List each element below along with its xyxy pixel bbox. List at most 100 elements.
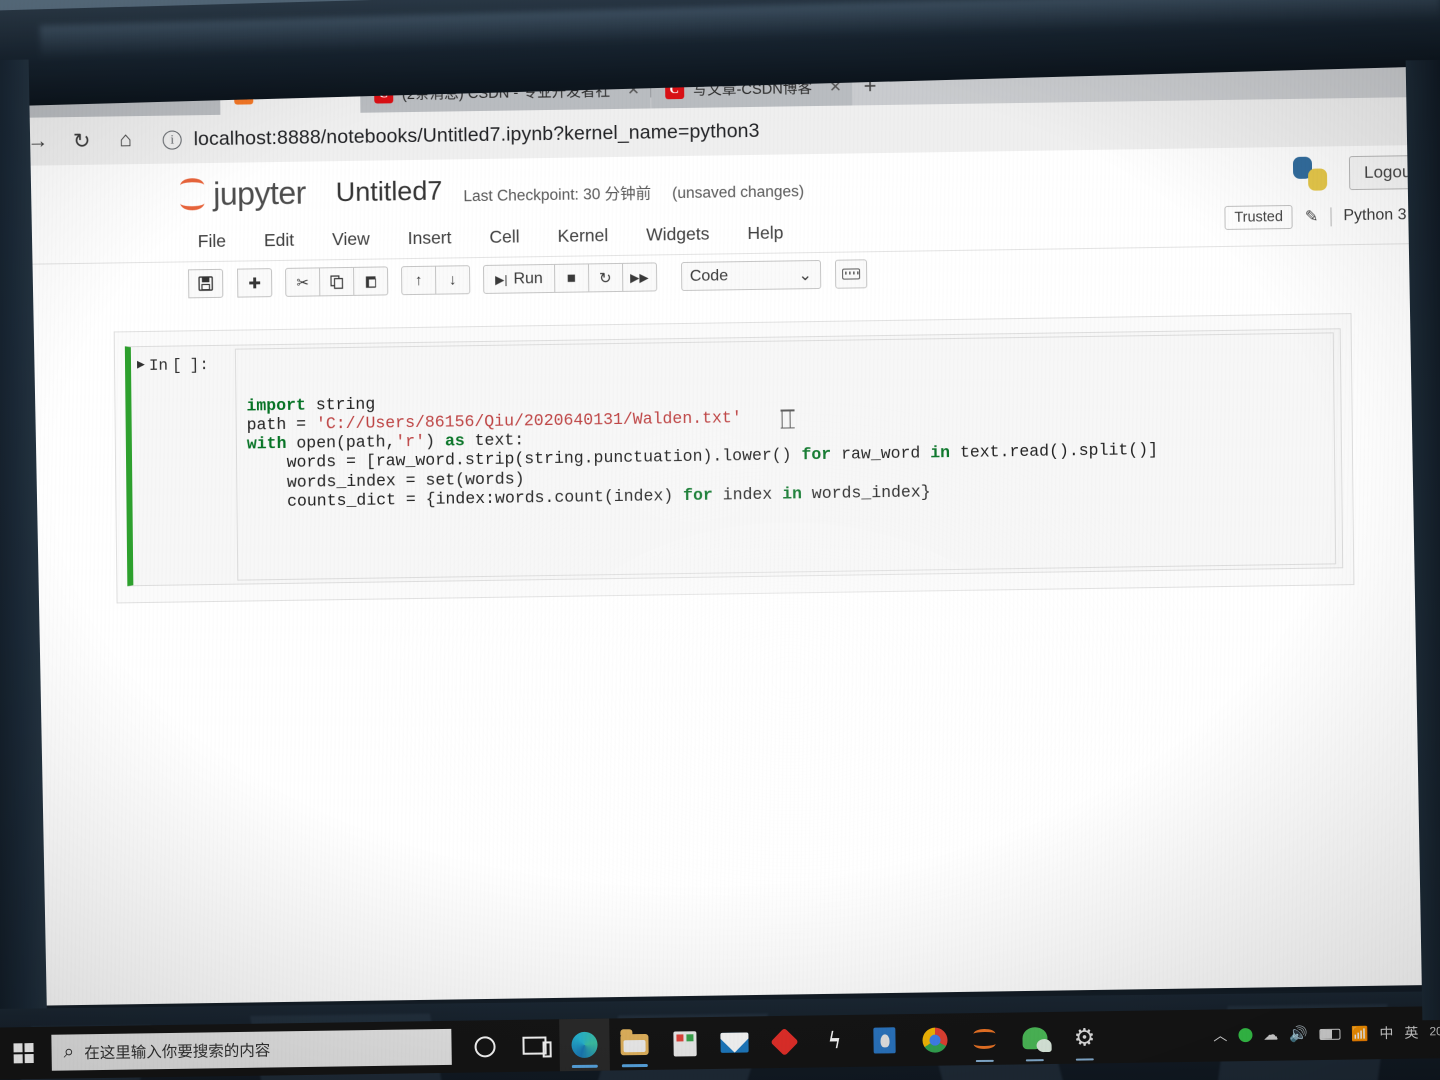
notebook-body: ▶ In [ ]: import string path = 'C://Users… — [10, 287, 1440, 929]
lightning-app-icon[interactable]: ϟ — [809, 1015, 860, 1068]
windows-logo-icon — [13, 1043, 34, 1064]
diamond-app-icon[interactable] — [759, 1016, 810, 1069]
menu-item-file[interactable]: File — [196, 229, 228, 254]
code-text: import string path = 'C://Users/86156/Qiu… — [246, 380, 1324, 512]
menu-item-widgets[interactable]: Widgets — [644, 222, 711, 248]
menu-item-insert[interactable]: Insert — [406, 225, 454, 251]
ime-english-icon[interactable]: 英 — [1404, 1023, 1418, 1043]
wifi-icon[interactable]: 📶 — [1351, 1025, 1369, 1042]
tray-chevron-up-icon[interactable]: ︿ — [1213, 1025, 1227, 1045]
code-token: for — [801, 445, 832, 465]
reload-icon[interactable]: ↻ — [67, 128, 97, 153]
code-token: ) — [424, 431, 446, 452]
prompt-bracket-open: [ — [171, 356, 182, 375]
chevron-down-icon: ⌄ — [798, 266, 812, 284]
code-token: in — [782, 484, 803, 504]
trusted-badge[interactable]: Trusted — [1224, 204, 1294, 230]
notebook-cell-container: ▶ In [ ]: import string path = 'C://Users… — [113, 313, 1355, 604]
cell-type-value: Code — [689, 266, 729, 285]
restart-and-run-all-button[interactable]: ▶▶ — [621, 262, 658, 292]
last-checkpoint-label: Last Checkpoint: 30 分钟前 — [463, 185, 652, 206]
mail-icon[interactable] — [709, 1016, 760, 1069]
code-token: open(path, — [286, 432, 396, 454]
site-info-icon[interactable]: i — [162, 129, 182, 150]
volume-icon[interactable]: 🔊 — [1289, 1025, 1308, 1043]
text-cursor-icon — [781, 409, 791, 429]
code-token: path — [246, 414, 297, 435]
prompt-label: In — [148, 356, 169, 375]
cortana-icon[interactable] — [459, 1020, 510, 1073]
save-button[interactable] — [188, 268, 224, 299]
menu-item-kernel[interactable]: Kernel — [555, 223, 610, 249]
keyboard-icon — [841, 268, 860, 280]
run-cell-button[interactable]: ▶| Run — [483, 263, 556, 294]
chrome-icon[interactable] — [909, 1013, 960, 1066]
notebook-meta-controls: Trusted ✎ Python 3 — [1224, 203, 1434, 230]
ime-chinese-icon[interactable]: 中 — [1379, 1023, 1393, 1043]
file-explorer-icon[interactable] — [609, 1018, 660, 1071]
blue-app-icon[interactable] — [859, 1014, 910, 1067]
code-token: in — [930, 443, 951, 463]
start-button[interactable] — [0, 1027, 52, 1080]
microsoft-store-icon[interactable] — [659, 1017, 710, 1070]
paste-cell-button[interactable] — [353, 266, 389, 296]
edge-icon[interactable] — [559, 1018, 610, 1072]
laptop-screen: e ✕ Untitled7 ✕ C (2条消息) CSDN - 专业开发者社 ✕… — [8, 54, 1440, 1006]
menu-item-help[interactable]: Help — [745, 220, 785, 246]
jupyter-logo[interactable]: jupyter — [177, 174, 306, 213]
code-token: for — [682, 485, 713, 506]
jupyter-brand-text: jupyter — [213, 174, 306, 212]
taskbar-search-box[interactable]: ⌕ 在这里输入你要搜索的内容 — [51, 1028, 452, 1071]
menu-item-view[interactable]: View — [330, 227, 372, 253]
code-token: raw_word — [831, 443, 931, 465]
code-token: string — [305, 394, 376, 415]
wechat-icon[interactable] — [1009, 1012, 1060, 1065]
green-dot-icon[interactable] — [1238, 1027, 1253, 1043]
battery-icon[interactable] — [1318, 1028, 1341, 1040]
cloud-icon[interactable]: ☁ — [1263, 1026, 1278, 1044]
unsaved-changes-label: (unsaved changes) — [672, 183, 805, 203]
system-tray: ︿ ☁ 🔊 📶 中 英 202 — [1213, 1022, 1440, 1046]
toolbar-group-clipboard: ✂ — [285, 266, 389, 297]
jupyter-icon[interactable] — [959, 1013, 1010, 1066]
insert-cell-button[interactable]: ✚ — [237, 268, 273, 298]
code-token: words_index} — [801, 482, 931, 504]
menu-item-cell[interactable]: Cell — [487, 224, 521, 250]
kernel-name-label[interactable]: Python 3 — [1343, 206, 1406, 225]
code-token: index — [712, 484, 783, 505]
cut-cell-button[interactable]: ✂ — [285, 267, 321, 297]
cell-type-select[interactable]: Code ⌄ — [680, 259, 821, 292]
home-icon[interactable]: ⌂ — [111, 128, 141, 152]
code-token: as — [444, 431, 465, 451]
restart-kernel-button[interactable]: ↻ — [587, 262, 624, 293]
edit-pencil-icon[interactable]: ✎ — [1305, 207, 1319, 227]
move-cell-down-button[interactable]: ↓ — [435, 265, 471, 295]
settings-gear-icon[interactable]: ⚙ — [1059, 1011, 1110, 1064]
code-token: 'r' — [395, 432, 426, 452]
laptop-screen-photo: e ✕ Untitled7 ✕ C (2条消息) CSDN - 专业开发者社 ✕… — [0, 0, 1440, 1080]
command-palette-button[interactable] — [834, 259, 867, 289]
code-token: text.read().split()] — [949, 440, 1159, 463]
toolbar-group-add: ✚ — [237, 268, 273, 298]
code-editor[interactable]: import string path = 'C://Users/86156/Qiu… — [234, 332, 1337, 581]
code-token: = — [296, 414, 317, 434]
copy-cell-button[interactable] — [319, 266, 355, 297]
menu-item-edit[interactable]: Edit — [262, 228, 296, 254]
run-indicator-icon: ▶ — [136, 357, 145, 373]
address-bar-text: localhost:8888/notebooks/Untitled7.ipynb… — [193, 119, 760, 150]
toolbar-group-move: ↑ ↓ — [401, 265, 471, 296]
cell-prompt: ▶ In [ ]: — [131, 346, 237, 586]
move-cell-up-button[interactable]: ↑ — [401, 265, 437, 296]
search-icon: ⌕ — [63, 1041, 75, 1063]
prompt-bracket-close: ]: — [189, 356, 209, 375]
toolbar-group-save — [188, 268, 224, 299]
code-token: import — [246, 395, 306, 416]
code-token: with — [246, 434, 287, 454]
notebook-title[interactable]: Untitled7 — [336, 175, 443, 208]
clock-date[interactable]: 202 — [1429, 1024, 1440, 1039]
interrupt-kernel-button[interactable]: ■ — [553, 263, 590, 293]
code-cell[interactable]: ▶ In [ ]: import string path = 'C://Users… — [124, 328, 1344, 587]
jupyter-mark-icon — [177, 177, 207, 211]
toolbar-group-run: ▶| Run ■ ↻ ▶▶ — [483, 262, 658, 294]
task-view-icon[interactable] — [509, 1019, 560, 1072]
